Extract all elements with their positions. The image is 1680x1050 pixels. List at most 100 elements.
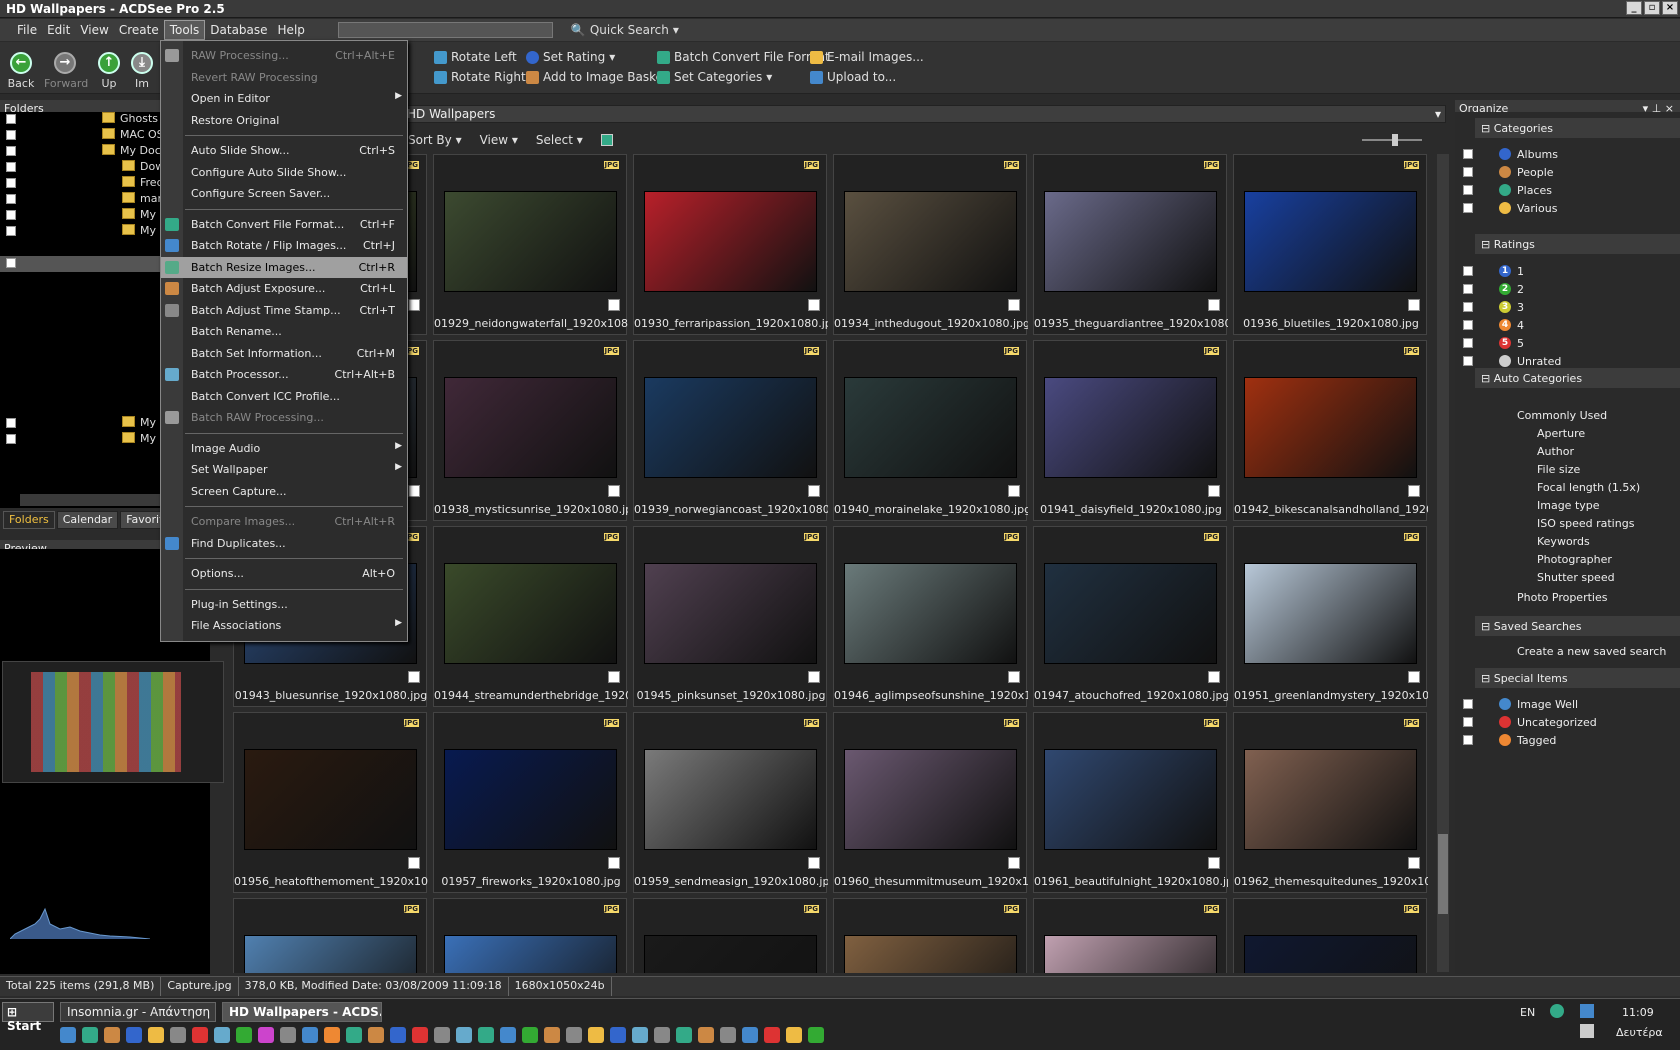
menu-item[interactable]: Batch Adjust Exposure... Ctrl+L: [161, 278, 407, 299]
menu-item[interactable]: Batch Set Information... Ctrl+M: [161, 343, 407, 364]
menu-item[interactable]: Image Audio ▶: [161, 438, 407, 459]
quick-launch-icon[interactable]: [104, 1027, 120, 1043]
thumbnail-checkbox[interactable]: [608, 671, 620, 683]
thumbnail-item[interactable]: JPG 01962_themesquitedunes_1920x1080...: [1233, 712, 1428, 893]
organize-item[interactable]: Tagged: [1455, 733, 1680, 749]
menu-database[interactable]: Database: [205, 21, 272, 39]
thumbnail-item[interactable]: JPG 01938_mysticsunrise_1920x1080.jpg: [433, 340, 628, 521]
thumbnail-item[interactable]: JPG 01936_bluetiles_1920x1080.jpg: [1233, 154, 1427, 335]
organize-item[interactable]: Author: [1455, 444, 1680, 460]
view-button[interactable]: View ▾: [480, 133, 518, 147]
quick-launch-icon[interactable]: [346, 1027, 362, 1043]
thumbnail-checkbox[interactable]: [1408, 671, 1420, 683]
menu-edit[interactable]: Edit: [42, 21, 75, 39]
tab-folders[interactable]: Folders: [3, 511, 55, 529]
menu-item[interactable]: Batch Adjust Time Stamp... Ctrl+T: [161, 300, 407, 321]
path-bar[interactable]: HD Wallpapers ▾: [398, 105, 1446, 123]
menu-item[interactable]: Configure Auto Slide Show...: [161, 162, 407, 183]
thumbnail-item[interactable]: JPG 01939_norwegiancoast_1920x1080.jpg: [633, 340, 828, 521]
quick-launch-icon[interactable]: [60, 1027, 76, 1043]
menu-item[interactable]: Batch Processor... Ctrl+Alt+B: [161, 364, 407, 385]
thumbnail-checkbox[interactable]: [808, 299, 820, 311]
thumbnail-item[interactable]: JPG 01934_inthedugout_1920x1080.jpg: [833, 154, 1028, 335]
thumbnail-checkbox[interactable]: [608, 485, 620, 497]
organize-item[interactable]: People: [1455, 165, 1680, 181]
thumbnail-checkbox[interactable]: [1208, 299, 1220, 311]
organize-item[interactable]: Image Well: [1455, 697, 1680, 713]
auto-categories-section[interactable]: ⊟ Auto Categories: [1475, 368, 1680, 388]
quick-launch-icon[interactable]: [280, 1027, 296, 1043]
organize-checkbox[interactable]: [1463, 185, 1473, 195]
quick-search-button[interactable]: 🔍 Quick Search ▾: [571, 23, 679, 37]
monitor-icon[interactable]: [1580, 1004, 1594, 1018]
thumbnail-item[interactable]: JPG 01956_heatofthemoment_1920x1080...: [233, 712, 428, 893]
quick-launch-icon[interactable]: [82, 1027, 98, 1043]
menu-item[interactable]: RAW Processing... Ctrl+Alt+E: [161, 45, 407, 66]
thumbnail-item[interactable]: JPG 01929_neidongwaterfall_1920x1080.jpg: [433, 154, 628, 335]
quick-launch-icon[interactable]: [170, 1027, 186, 1043]
organize-item[interactable]: Unrated: [1455, 354, 1680, 370]
menu-create[interactable]: Create: [114, 21, 164, 39]
organize-item[interactable]: Uncategorized: [1455, 715, 1680, 731]
organize-checkbox[interactable]: [1463, 356, 1473, 366]
menu-item[interactable]: Batch Convert File Format... Ctrl+F: [161, 214, 407, 235]
organize-item[interactable]: 11: [1455, 264, 1680, 280]
thumbnail-item[interactable]: JPG: [833, 898, 1027, 973]
quick-launch-icon[interactable]: [566, 1027, 582, 1043]
maximize-button[interactable]: ▫: [1644, 1, 1660, 15]
thumbnail-item[interactable]: JPG: [433, 898, 627, 973]
menu-item[interactable]: Open in Editor ▶: [161, 88, 407, 109]
organize-item[interactable]: Commonly Used: [1455, 408, 1680, 424]
organize-item[interactable]: 55: [1455, 336, 1680, 352]
add-to-basket-button[interactable]: Add to Image Basket: [526, 70, 668, 84]
thumbnail-item[interactable]: JPG 01947_atouchofred_1920x1080.jpg: [1033, 526, 1228, 707]
thumbnail-item[interactable]: JPG 01960_thesummitmuseum_1920x1080...: [833, 712, 1028, 893]
quick-launch-icon[interactable]: [148, 1027, 164, 1043]
rotate-right-button[interactable]: Rotate Right: [434, 70, 526, 84]
thumbnail-checkbox[interactable]: [1408, 857, 1420, 869]
quick-launch-icon[interactable]: [368, 1027, 384, 1043]
organize-item[interactable]: Photographer: [1455, 552, 1680, 568]
checkmark-icon[interactable]: [600, 134, 613, 146]
thumbnail-checkbox[interactable]: [808, 485, 820, 497]
organize-checkbox[interactable]: [1463, 149, 1473, 159]
sort-by-button[interactable]: Sort By ▾: [408, 133, 462, 147]
quick-launch-icon[interactable]: [302, 1027, 318, 1043]
menu-item[interactable]: File Associations ▶: [161, 615, 407, 636]
back-button[interactable]: ← Back: [0, 52, 42, 90]
menu-item[interactable]: Batch Rename...: [161, 321, 407, 342]
import-button[interactable]: ⤓ Im: [130, 52, 154, 90]
menu-item[interactable]: Batch RAW Processing...: [161, 407, 407, 428]
quick-launch-icon[interactable]: [390, 1027, 406, 1043]
thumbnail-checkbox[interactable]: [408, 857, 420, 869]
quick-launch-icon[interactable]: [500, 1027, 516, 1043]
organize-item[interactable]: 33: [1455, 300, 1680, 316]
zoom-slider[interactable]: [1348, 133, 1438, 147]
organize-item[interactable]: Photo Properties: [1455, 590, 1680, 606]
thumbnail-checkbox[interactable]: [1008, 671, 1020, 683]
thumbnail-item[interactable]: JPG 01959_sendmeasign_1920x1080.jpg: [633, 712, 828, 893]
menu-item[interactable]: Batch Resize Images... Ctrl+R: [161, 256, 407, 278]
quick-launch-icon[interactable]: [742, 1027, 758, 1043]
thumbnail-item[interactable]: JPG: [1033, 898, 1227, 973]
upload-button[interactable]: Upload to...: [810, 70, 896, 84]
menu-item[interactable]: Find Duplicates...: [161, 533, 407, 554]
task-firefox[interactable]: Insomnia.gr - Απάντηση ...: [60, 1002, 216, 1022]
categories-section[interactable]: ⊟ Categories: [1475, 118, 1680, 138]
minimize-button[interactable]: _: [1626, 1, 1642, 15]
thumbnail-item[interactable]: JPG 01961_beautifulnight_1920x1080.jpg: [1033, 712, 1228, 893]
quick-launch-icon[interactable]: [764, 1027, 780, 1043]
organize-item[interactable]: Create a new saved search: [1455, 644, 1680, 660]
batch-convert-button[interactable]: Batch Convert File Format: [657, 50, 830, 64]
thumbnail-checkbox[interactable]: [1208, 485, 1220, 497]
quick-launch-icon[interactable]: [126, 1027, 142, 1043]
thumbnail-checkbox[interactable]: [808, 857, 820, 869]
menu-item[interactable]: Set Wallpaper ▶: [161, 459, 407, 480]
ratings-section[interactable]: ⊟ Ratings: [1475, 234, 1680, 254]
menu-item[interactable]: Screen Capture...: [161, 481, 407, 502]
organize-checkbox[interactable]: [1463, 167, 1473, 177]
thumbnail-item[interactable]: JPG 01957_fireworks_1920x1080.jpg: [433, 712, 627, 893]
quick-launch-icon[interactable]: [258, 1027, 274, 1043]
network-icon[interactable]: [1550, 1004, 1564, 1018]
thumbnail-checkbox[interactable]: [1208, 857, 1220, 869]
